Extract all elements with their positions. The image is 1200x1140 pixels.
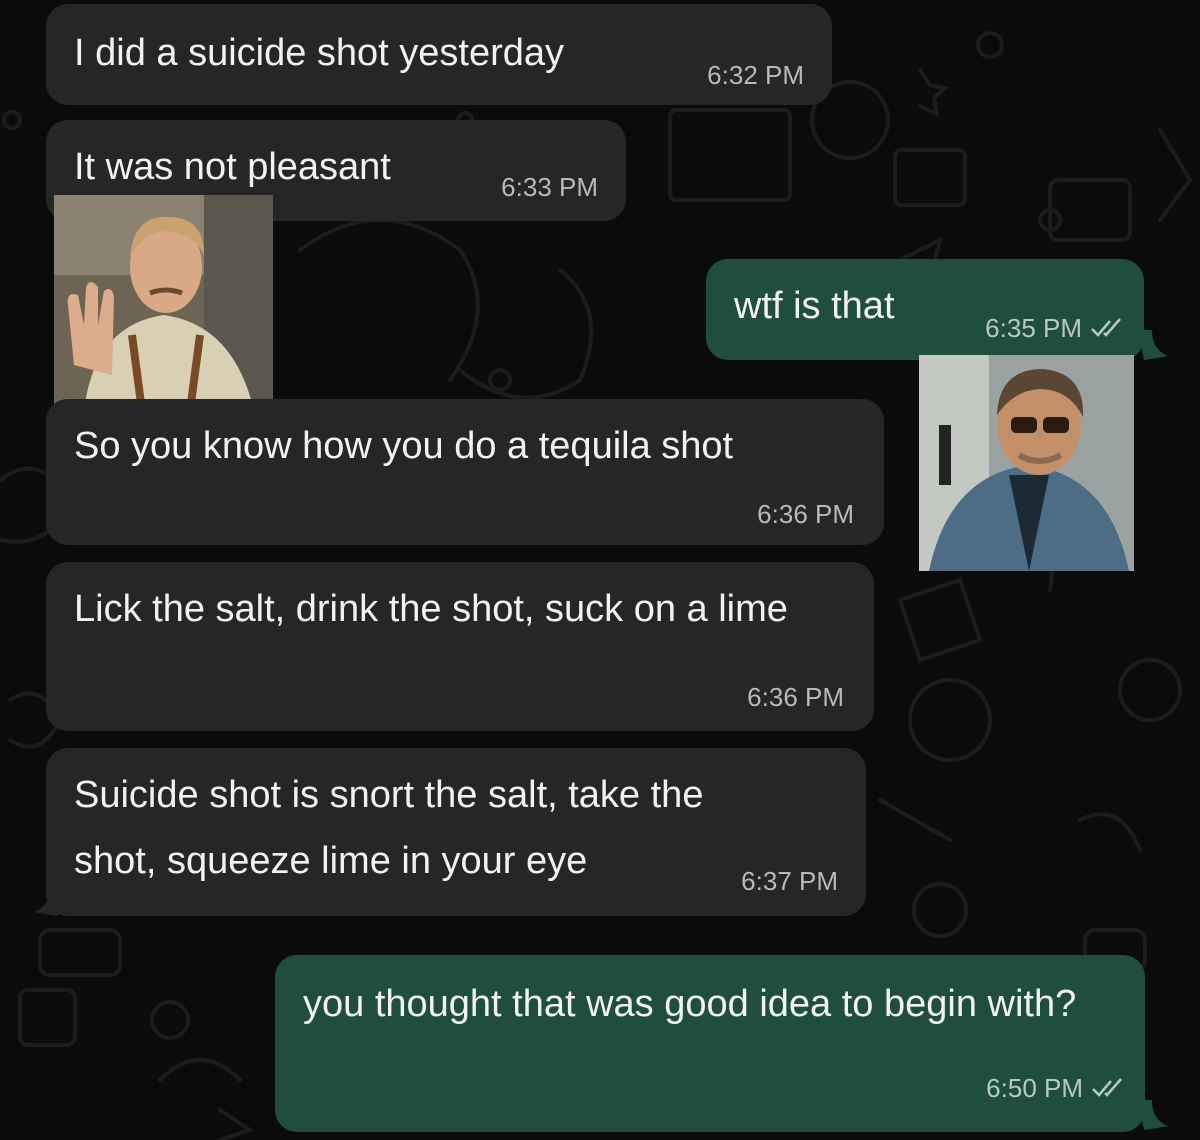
man-waving-sticker[interactable] bbox=[54, 195, 273, 411]
man-sunglasses-sticker[interactable] bbox=[919, 355, 1134, 571]
message-timestamp: 6:50 PM bbox=[986, 1073, 1125, 1104]
message-timestamp: 6:35 PM bbox=[985, 313, 1124, 344]
outgoing-message[interactable]: you thought that was good idea to begin … bbox=[275, 955, 1145, 1132]
read-receipt-icon bbox=[1091, 318, 1121, 337]
incoming-message[interactable]: Suicide shot is snort the salt, take the… bbox=[46, 748, 866, 916]
message-text: Lick the salt, drink the shot, suck on a… bbox=[74, 588, 788, 630]
read-receipt-icon bbox=[1092, 1078, 1122, 1097]
message-timestamp: 6:37 PM bbox=[741, 866, 838, 896]
message-timestamp: 6:36 PM bbox=[757, 499, 854, 529]
message-text: wtf is that bbox=[734, 285, 895, 327]
outgoing-message[interactable]: wtf is that 6:35 PM bbox=[706, 259, 1144, 360]
bubble-tail bbox=[1138, 330, 1168, 360]
message-time-label: 6:35 PM bbox=[985, 313, 1082, 343]
message-timestamp: 6:32 PM bbox=[707, 60, 804, 90]
sticker-image bbox=[54, 195, 273, 411]
sticker-image bbox=[919, 355, 1134, 571]
message-timestamp: 6:36 PM bbox=[747, 682, 844, 712]
message-text: you thought that was good idea to begin … bbox=[303, 983, 1077, 1025]
incoming-message[interactable]: I did a suicide shot yesterday 6:32 PM bbox=[46, 4, 832, 105]
message-timestamp: 6:33 PM bbox=[501, 172, 598, 202]
incoming-message[interactable]: Lick the salt, drink the shot, suck on a… bbox=[46, 562, 874, 731]
message-text: Suicide shot is snort the salt, take the… bbox=[74, 774, 715, 882]
message-text: It was not pleasant bbox=[74, 146, 391, 188]
message-time-label: 6:50 PM bbox=[986, 1073, 1083, 1103]
incoming-message[interactable]: So you know how you do a tequila shot 6:… bbox=[46, 399, 884, 545]
message-text: So you know how you do a tequila shot bbox=[74, 425, 734, 467]
message-text: I did a suicide shot yesterday bbox=[74, 32, 565, 74]
bubble-tail bbox=[34, 886, 64, 916]
bubble-tail bbox=[1138, 1100, 1168, 1130]
